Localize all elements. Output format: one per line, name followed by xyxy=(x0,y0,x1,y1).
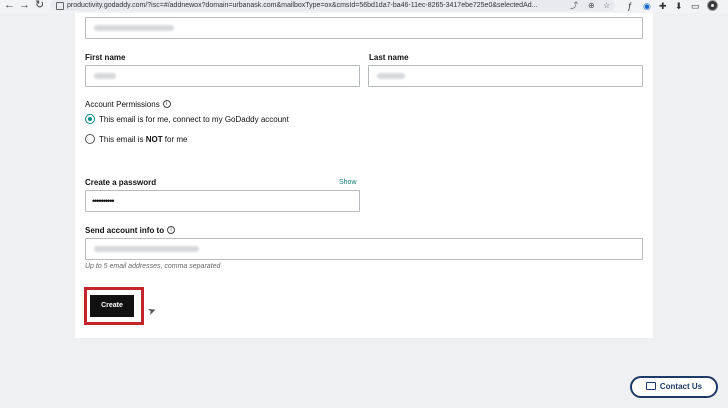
radio-for-me-label[interactable]: This email is for me, connect to my GoDa… xyxy=(99,115,289,124)
email-value-redacted xyxy=(94,25,174,31)
last-name-label: Last name xyxy=(369,53,409,62)
address-bar[interactable]: productivity.godaddy.com/?isc=#/addnewox… xyxy=(50,0,615,11)
password-value: •••••••••• xyxy=(92,196,114,206)
download-icon[interactable]: ⬇ xyxy=(675,0,683,12)
send-info-value-redacted xyxy=(94,246,199,252)
first-name-value-redacted xyxy=(94,73,116,79)
zoom-icon[interactable]: ⊕ xyxy=(588,0,595,11)
side-panel-icon[interactable]: ▭ xyxy=(691,0,700,12)
browser-toolbar: ← → ↻ productivity.godaddy.com/?isc=#/ad… xyxy=(0,0,728,13)
back-icon[interactable]: ← xyxy=(4,0,15,12)
share-icon[interactable]: ⤴ xyxy=(570,0,578,11)
last-name-field[interactable] xyxy=(368,65,643,87)
send-info-label: Send account info to xyxy=(85,226,165,235)
create-email-form-card: First name Last name Account Permissions… xyxy=(75,13,653,338)
url-text: productivity.godaddy.com/?isc=#/addnewox… xyxy=(67,2,537,9)
profile-avatar[interactable] xyxy=(707,0,718,11)
first-name-label: First name xyxy=(85,53,126,62)
create-button[interactable]: Create xyxy=(90,295,134,317)
reload-icon[interactable]: ↻ xyxy=(35,0,44,12)
not-for-me-prefix: This email is xyxy=(99,135,146,144)
permissions-heading: Account Permissions i xyxy=(85,100,171,109)
chat-icon xyxy=(645,382,656,390)
radio-not-for-me[interactable] xyxy=(85,134,95,144)
contact-us-label: Contact Us xyxy=(659,382,703,391)
password-label: Create a password xyxy=(85,178,157,187)
info-icon[interactable]: i xyxy=(162,100,171,108)
send-info-field[interactable] xyxy=(85,238,643,260)
bookmark-star-icon[interactable]: ☆ xyxy=(603,0,610,11)
send-info-hint: Up to 5 email addresses, comma separated xyxy=(85,263,221,270)
email-field[interactable] xyxy=(85,17,643,39)
contact-us-button[interactable]: Contact Us xyxy=(630,376,718,398)
password-field[interactable]: •••••••••• xyxy=(85,190,360,212)
forward-icon[interactable]: → xyxy=(19,0,30,12)
first-name-field[interactable] xyxy=(85,65,360,87)
extension-f-icon[interactable]: ƒ xyxy=(627,0,632,12)
permissions-label: Account Permissions xyxy=(85,100,160,109)
not-for-me-strong: NOT xyxy=(145,135,163,144)
radio-for-me[interactable] xyxy=(85,114,95,124)
show-password-link[interactable]: Show xyxy=(339,179,357,186)
puzzle-icon[interactable]: ✚ xyxy=(659,0,667,12)
not-for-me-suffix: for me xyxy=(162,135,188,144)
extension-circle-icon[interactable]: ◉ xyxy=(643,0,651,12)
last-name-value-redacted xyxy=(377,73,405,79)
info-icon[interactable]: i xyxy=(167,226,176,234)
lock-icon xyxy=(56,2,64,10)
radio-not-for-me-label[interactable]: This email is NOT for me xyxy=(99,135,187,144)
send-info-heading: Send account info to i xyxy=(85,226,176,235)
